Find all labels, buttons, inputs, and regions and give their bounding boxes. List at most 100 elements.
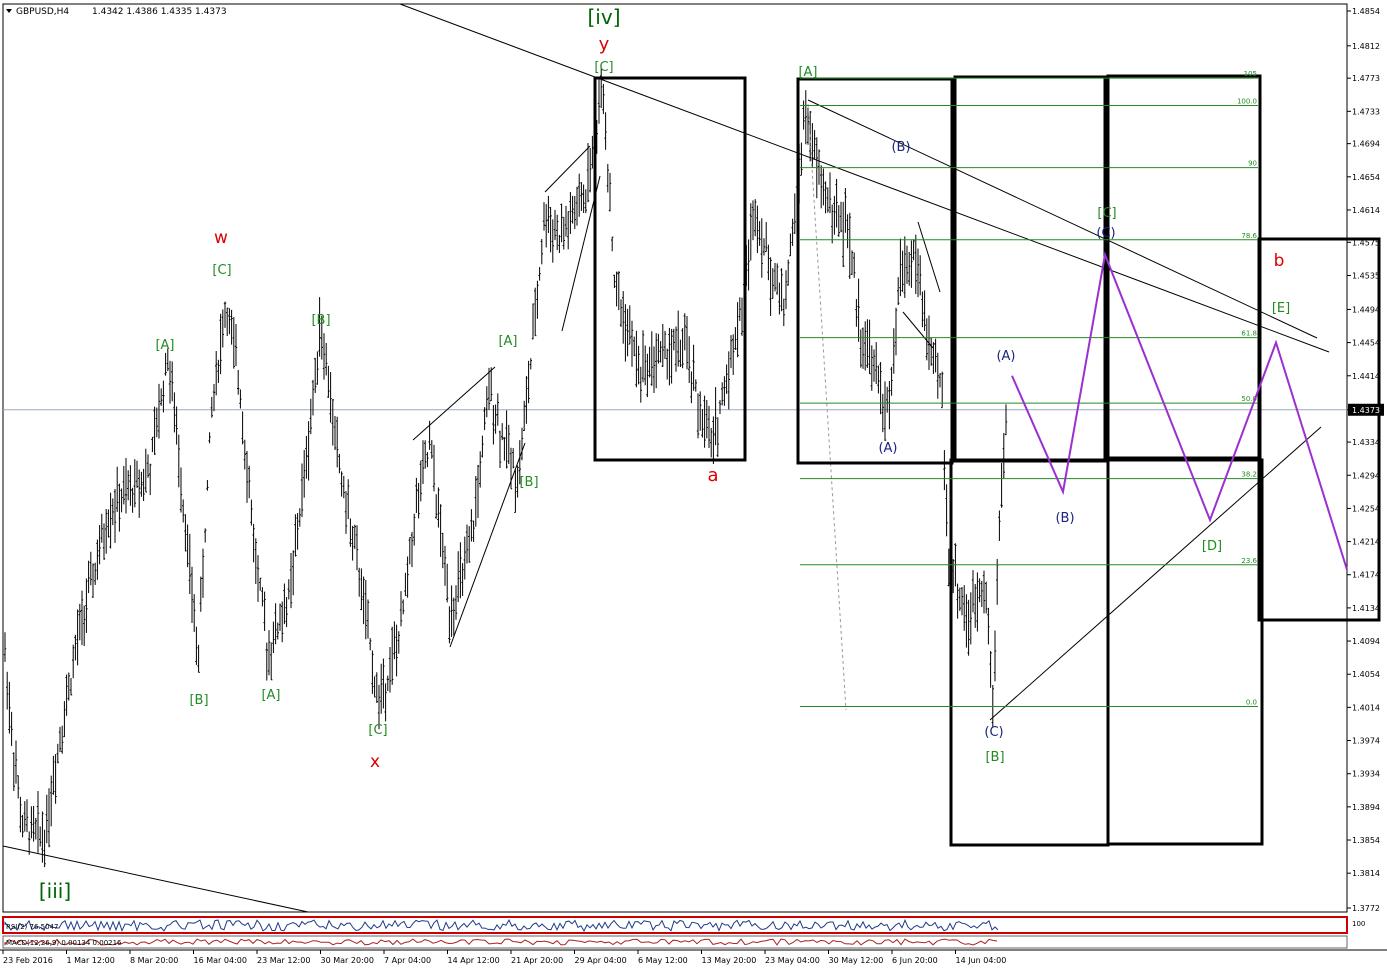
ohlc-bar: [611, 236, 614, 252]
ohlc-bar: [65, 674, 68, 716]
ohlc-bar: [545, 204, 548, 248]
ohlc-bar: [756, 205, 759, 254]
ohlc-bar: [259, 577, 262, 591]
ohlc-bar: [784, 270, 788, 310]
ohlc-bar: [54, 754, 57, 804]
channel-line-1: [412, 366, 496, 441]
ohlc-bar: [870, 345, 873, 391]
ohlc-bar: [734, 327, 737, 350]
rsi-scale-label: 100: [1352, 920, 1365, 928]
ohlc-bar: [1004, 404, 1008, 436]
price-tick-label: 1.3854: [1352, 836, 1380, 845]
ohlc-bar: [646, 353, 649, 398]
ohlc-bar: [67, 672, 70, 701]
ohlc-bar: [534, 287, 537, 337]
ohlc-bar: [831, 204, 834, 244]
channel-line-6: [917, 221, 941, 293]
ohlc-values: 1.4342 1.4386 1.4335 1.4373: [92, 7, 227, 17]
symbol-dropdown-icon[interactable]: [6, 9, 12, 13]
ohlc-bar: [413, 513, 416, 546]
ohlc-bar: [96, 539, 99, 580]
ohlc-bar: [604, 112, 607, 150]
ohlc-bar: [633, 336, 636, 357]
ohlc-bar: [617, 271, 620, 311]
ohlc-bar: [184, 514, 187, 552]
ohlc-bar: [206, 479, 209, 491]
ohlc-bar: [3, 632, 7, 662]
ohlc-bar: [153, 406, 156, 455]
ohlc-bar: [217, 359, 220, 383]
ohlc-bar: [8, 681, 11, 734]
ohlc-bar: [802, 100, 805, 130]
wave-label: [B]: [985, 750, 1004, 765]
ohlc-bar: [14, 740, 18, 784]
price-tick-label: 1.4614: [1352, 206, 1380, 215]
rsi-panel: [2, 916, 1348, 934]
ohlc-bar: [204, 528, 207, 543]
ohlc-bar: [1000, 462, 1003, 508]
ohlc-bar: [725, 364, 728, 394]
ohlc-bar: [936, 352, 939, 399]
box-wave-a: [796, 77, 954, 465]
ohlc-bar: [985, 581, 988, 614]
ohlc-bar: [872, 349, 876, 382]
ohlc-bar: [105, 509, 108, 554]
ohlc-bar: [78, 603, 81, 641]
ohlc-bar: [514, 469, 517, 513]
wave-label: w: [214, 228, 228, 248]
ohlc-bar: [584, 189, 587, 214]
ohlc-bar: [481, 435, 484, 458]
ohlc-bar: [901, 250, 904, 292]
ohlc-bar: [897, 277, 900, 306]
ohlc-bar: [109, 492, 112, 549]
ohlc-bar: [21, 814, 24, 838]
ohlc-bar: [107, 509, 110, 538]
price-chart[interactable]: 105100.09078.661.850.038.223.60.0 [iv]y[…: [0, 0, 1387, 971]
price-tick-label: 1.4494: [1352, 305, 1380, 314]
price-tick-label: 1.3772: [1352, 904, 1380, 913]
ohlc-bar: [292, 550, 295, 596]
ohlc-bar: [384, 683, 387, 722]
ohlc-bar: [250, 499, 253, 526]
ohlc-bar: [850, 250, 854, 275]
ohlc-bar: [903, 236, 906, 298]
ohlc-bar: [129, 465, 132, 506]
ohlc-bar: [857, 278, 860, 342]
ohlc-bar: [716, 417, 719, 457]
ohlc-bar: [912, 239, 915, 261]
ohlc-bar: [507, 424, 510, 465]
ohlc-bar: [861, 327, 865, 369]
ohlc-bar: [564, 205, 568, 237]
ohlc-bar: [443, 545, 447, 586]
ohlc-bar: [919, 255, 922, 296]
ohlc-bar: [144, 448, 147, 493]
ohlc-bar: [366, 599, 370, 639]
ohlc-bar: [853, 252, 856, 278]
ohlc-bar: [732, 334, 735, 375]
ohlc-bar: [386, 675, 389, 691]
wave-label: b: [1274, 251, 1285, 271]
ohlc-bar: [894, 307, 898, 356]
ohlc-bar: [261, 587, 264, 607]
ohlc-bar: [762, 238, 766, 256]
ohlc-bar: [448, 606, 451, 644]
ohlc-bar: [127, 470, 130, 501]
chart-window[interactable]: 105 100.0 90 78.6 61.8 50.0 38.2 23.6 0.0 [iv] y[…: [0, 0, 1387, 971]
ohlc-bar: [270, 642, 273, 681]
ohlc-bar: [677, 310, 680, 367]
ohlc-bar: [175, 406, 178, 445]
ohlc-bar: [338, 453, 341, 474]
ohlc-bar: [635, 330, 638, 388]
ohlc-bar: [597, 78, 601, 124]
ohlc-bar: [846, 214, 849, 249]
ohlc-bar: [501, 423, 504, 441]
price-tick-label: 1.3974: [1352, 737, 1380, 746]
ohlc-bar: [252, 523, 255, 563]
ohlc-bar: [432, 444, 436, 492]
ohlc-bar: [844, 188, 847, 233]
wave-label: [B]: [311, 313, 330, 328]
ohlc-bar: [707, 405, 711, 448]
ohlc-bar: [186, 524, 189, 568]
ohlc-bar: [404, 572, 407, 597]
wave-label: (B): [1055, 511, 1074, 526]
